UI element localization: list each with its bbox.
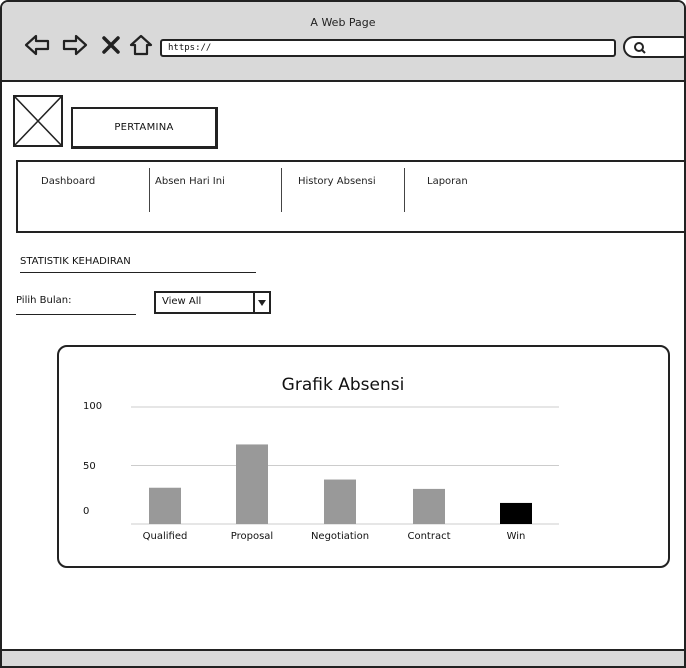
browser-chrome: A Web Page https:// [2,2,684,82]
chart-bar [500,502,532,524]
section-underline [20,272,256,273]
nav-tabs: Dashboard Absen Hari Ini History Absensi… [16,160,684,233]
brand-button[interactable]: PERTAMINA [71,107,218,149]
window-title: A Web Page [310,16,376,29]
tab-laporan[interactable]: Laporan [427,176,468,187]
chart-bar [236,444,268,524]
y-tick-label: 50 [83,461,96,472]
x-tick-label: Qualified [143,531,188,542]
attendance-chart-card: Grafik Absensi 0 50 100 Qualified Proposal Neg… [57,345,670,568]
chevron-down-icon[interactable] [253,293,269,312]
tab-history-absensi[interactable]: History Absensi [298,176,376,187]
browser-window: A Web Page https:// PERTAMINA Dashboard … [0,0,686,668]
chart-bar [149,487,181,524]
month-label: Pilih Bulan: [16,295,72,306]
chart-bar [413,488,445,524]
month-select[interactable]: View All [154,291,271,314]
x-tick-label: Negotiation [311,531,369,542]
close-icon[interactable] [98,32,124,58]
search-icon [634,42,646,54]
y-tick-label: 100 [83,401,102,412]
x-tick-label: Win [507,531,526,542]
home-icon[interactable] [128,32,154,58]
back-arrow-icon[interactable] [24,32,50,58]
tab-divider [404,168,405,212]
attendance-chart: Grafik Absensi 0 50 100 Qualified Proposal Neg… [83,375,559,542]
status-bar [2,649,684,666]
x-tick-label: Contract [407,531,450,542]
chart-bar [324,479,356,524]
search-field[interactable] [623,36,684,58]
x-tick-label: Proposal [231,531,273,542]
section-title: STATISTIK KEHADIRAN [20,256,131,267]
tab-divider [281,168,282,212]
forward-arrow-icon[interactable] [62,32,88,58]
month-underline [16,314,136,315]
y-tick-label: 0 [83,506,89,517]
tab-divider [149,168,150,212]
tab-dashboard[interactable]: Dashboard [41,176,95,187]
address-bar[interactable]: https:// [160,39,616,57]
month-select-value: View All [162,296,202,307]
tab-absen-hari-ini[interactable]: Absen Hari Ini [155,176,225,187]
chart-title: Grafik Absensi [282,375,405,395]
logo-placeholder-image [13,95,63,147]
